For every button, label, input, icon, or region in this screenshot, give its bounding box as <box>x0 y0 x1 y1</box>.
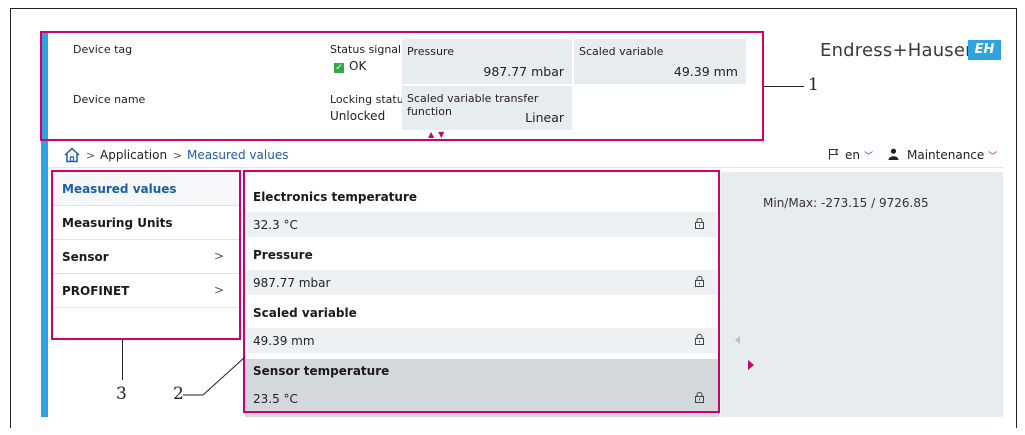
help-panel: Min/Max: -273.15 / 9726.85 <box>739 172 1003 417</box>
user-role-selector[interactable]: Maintenance ﹀ <box>888 148 997 162</box>
page-frame-right <box>1016 8 1017 428</box>
callout-leader-3 <box>122 340 123 380</box>
help-text: Min/Max: -273.15 / 9726.85 <box>763 196 929 210</box>
panel-splitter[interactable] <box>721 172 739 417</box>
brand-name: Endress+Hauser <box>820 40 973 61</box>
brand-logo: EH <box>968 40 1001 60</box>
breadcrumb: > Application > Measured values en ﹀ Main… <box>48 142 1003 168</box>
breadcrumb-separator: > <box>173 149 183 162</box>
language-value: en <box>845 148 860 162</box>
expand-right-icon[interactable] <box>748 360 754 370</box>
breadcrumb-item-measured-values[interactable]: Measured values <box>187 148 288 162</box>
callout-leader-1 <box>764 86 804 87</box>
language-selector[interactable]: en ﹀ <box>828 148 873 162</box>
callout-number-3: 3 <box>116 384 127 404</box>
callout-box-2 <box>243 170 720 413</box>
breadcrumb-item-application[interactable]: Application <box>100 148 167 162</box>
callout-number-1: 1 <box>808 75 819 95</box>
chevron-down-icon: ﹀ <box>988 152 998 162</box>
callout-number-2: 2 <box>173 384 184 404</box>
collapse-left-icon[interactable] <box>735 336 740 344</box>
page-frame-left <box>10 8 11 428</box>
user-icon <box>888 148 899 160</box>
user-role-value: Maintenance <box>907 148 985 162</box>
callout-box-1 <box>40 31 764 141</box>
callout-box-3 <box>51 170 241 340</box>
callout-leader-2 <box>183 356 246 396</box>
flag-icon <box>828 148 839 160</box>
chevron-down-icon: ﹀ <box>864 152 874 162</box>
page-frame-top <box>10 8 1017 9</box>
home-icon[interactable] <box>63 146 81 164</box>
breadcrumb-separator: > <box>86 149 96 162</box>
